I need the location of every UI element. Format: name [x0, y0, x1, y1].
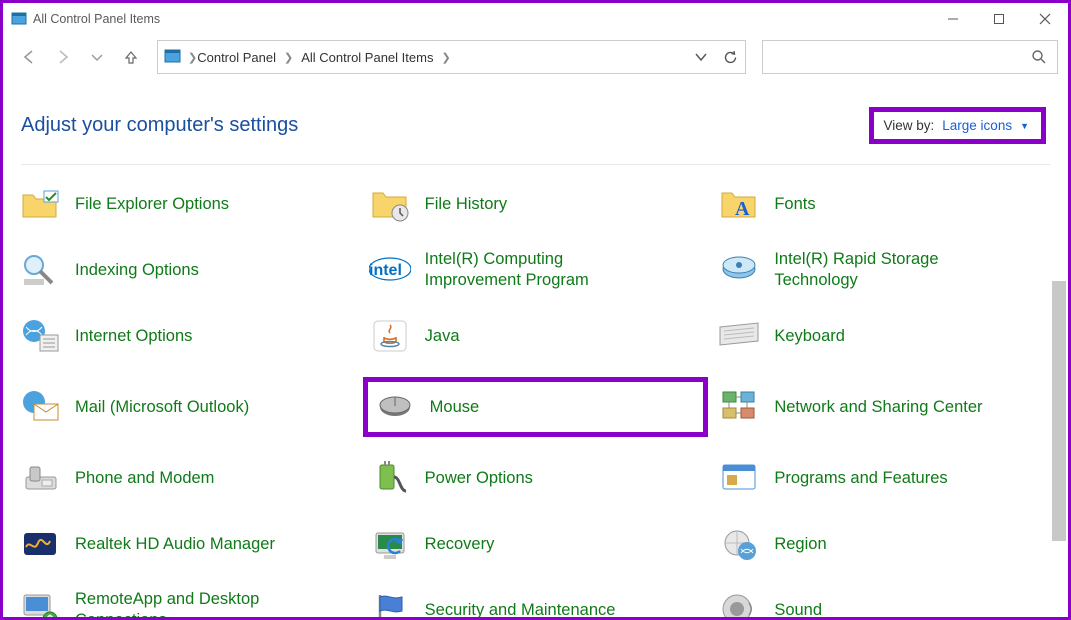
back-button[interactable] — [15, 43, 43, 71]
item-label: Internet Options — [75, 326, 192, 347]
region-icon — [718, 523, 760, 565]
item-label: Region — [774, 534, 826, 555]
indexing-icon — [19, 249, 61, 291]
breadcrumb-item[interactable]: All Control Panel Items — [301, 50, 433, 65]
power-icon — [369, 457, 411, 499]
maximize-button[interactable] — [976, 3, 1022, 35]
network-icon — [718, 386, 760, 428]
item-power-options[interactable]: Power Options — [369, 457, 709, 499]
item-network-sharing[interactable]: Network and Sharing Center — [718, 381, 1058, 433]
sound-icon — [718, 589, 760, 620]
item-label: Power Options — [425, 468, 533, 489]
item-region[interactable]: Region — [718, 523, 1058, 565]
item-label: Mouse — [430, 397, 480, 418]
chevron-right-icon: ❯ — [284, 51, 293, 64]
scrollbar[interactable] — [1052, 281, 1066, 541]
item-label: RemoteApp and Desktop Connections — [75, 589, 295, 620]
item-phone-modem[interactable]: Phone and Modem — [19, 457, 359, 499]
flag-icon — [369, 589, 411, 620]
chevron-right-icon[interactable]: ❯ — [188, 51, 197, 64]
address-bar[interactable]: ❯ Control Panel ❯ All Control Panel Item… — [157, 40, 746, 74]
item-remoteapp[interactable]: RemoteApp and Desktop Connections — [19, 589, 359, 620]
item-label: Recovery — [425, 534, 495, 555]
item-label: File Explorer Options — [75, 194, 229, 215]
control-panel-icon — [11, 11, 27, 27]
item-label: Realtek HD Audio Manager — [75, 534, 275, 555]
item-file-explorer-options[interactable]: File Explorer Options — [19, 183, 359, 225]
view-by-value: Large icons — [942, 118, 1012, 133]
item-label: Sound — [774, 600, 822, 620]
item-security-maintenance[interactable]: Security and Maintenance — [369, 589, 709, 620]
item-fonts[interactable]: A Fonts — [718, 183, 1058, 225]
page-title: Adjust your computer's settings — [21, 114, 869, 137]
svg-text:A: A — [735, 198, 750, 220]
item-sound[interactable]: Sound — [718, 589, 1058, 620]
view-by-label: View by: — [884, 118, 935, 133]
search-icon — [1031, 49, 1047, 65]
item-label: Keyboard — [774, 326, 845, 347]
item-label: Phone and Modem — [75, 468, 214, 489]
storage-icon — [718, 249, 760, 291]
item-mail[interactable]: Mail (Microsoft Outlook) — [19, 381, 359, 433]
item-intel-computing[interactable]: intel Intel(R) Computing Improvement Pro… — [369, 249, 709, 291]
navbar: ❯ Control Panel ❯ All Control Panel Item… — [3, 35, 1068, 77]
item-recovery[interactable]: Recovery — [369, 523, 709, 565]
header-row: Adjust your computer's settings View by:… — [3, 77, 1068, 158]
item-label: Fonts — [774, 194, 815, 215]
item-label: Network and Sharing Center — [774, 397, 982, 418]
file-history-icon — [369, 183, 411, 225]
phone-modem-icon — [19, 457, 61, 499]
history-dropdown[interactable] — [83, 43, 111, 71]
programs-icon — [718, 457, 760, 499]
java-icon — [369, 315, 411, 357]
item-programs-features[interactable]: Programs and Features — [718, 457, 1058, 499]
fonts-icon: A — [718, 183, 760, 225]
minimize-button[interactable] — [930, 3, 976, 35]
item-keyboard[interactable]: Keyboard — [718, 315, 1058, 357]
chevron-right-icon: ❯ — [441, 51, 450, 64]
intel-icon: intel — [369, 249, 411, 291]
control-panel-grid: File Explorer Options File History A Fon… — [3, 165, 1068, 620]
internet-options-icon — [19, 315, 61, 357]
chevron-down-icon[interactable] — [694, 50, 708, 64]
item-label: Intel(R) Computing Improvement Program — [425, 249, 645, 290]
realtek-icon — [19, 523, 61, 565]
refresh-button[interactable] — [722, 49, 739, 66]
mouse-icon — [374, 386, 416, 428]
item-indexing-options[interactable]: Indexing Options — [19, 249, 359, 291]
breadcrumb: Control Panel ❯ All Control Panel Items … — [197, 50, 694, 65]
control-panel-icon — [164, 48, 182, 66]
item-label: Mail (Microsoft Outlook) — [75, 397, 249, 418]
item-mouse[interactable]: Mouse — [363, 377, 709, 437]
window-title: All Control Panel Items — [33, 12, 930, 26]
item-intel-rapid-storage[interactable]: Intel(R) Rapid Storage Technology — [718, 249, 1058, 291]
view-by-selector[interactable]: View by: Large icons ▼ — [869, 107, 1047, 144]
item-java[interactable]: Java — [369, 315, 709, 357]
breadcrumb-item[interactable]: Control Panel — [197, 50, 276, 65]
recovery-icon — [369, 523, 411, 565]
mail-icon — [19, 386, 61, 428]
item-label: Security and Maintenance — [425, 600, 616, 620]
forward-button[interactable] — [49, 43, 77, 71]
close-button[interactable] — [1022, 3, 1068, 35]
folder-options-icon — [19, 183, 61, 225]
window-controls — [930, 3, 1068, 35]
item-label: Indexing Options — [75, 260, 199, 281]
up-button[interactable] — [117, 43, 145, 71]
item-realtek-audio[interactable]: Realtek HD Audio Manager — [19, 523, 359, 565]
remoteapp-icon — [19, 589, 61, 620]
caret-down-icon: ▼ — [1020, 121, 1029, 131]
search-input[interactable] — [762, 40, 1058, 74]
item-label: Intel(R) Rapid Storage Technology — [774, 249, 994, 290]
item-label: Java — [425, 326, 460, 347]
titlebar: All Control Panel Items — [3, 3, 1068, 35]
item-internet-options[interactable]: Internet Options — [19, 315, 359, 357]
item-label: Programs and Features — [774, 468, 947, 489]
item-label: File History — [425, 194, 508, 215]
keyboard-icon — [718, 315, 760, 357]
item-file-history[interactable]: File History — [369, 183, 709, 225]
